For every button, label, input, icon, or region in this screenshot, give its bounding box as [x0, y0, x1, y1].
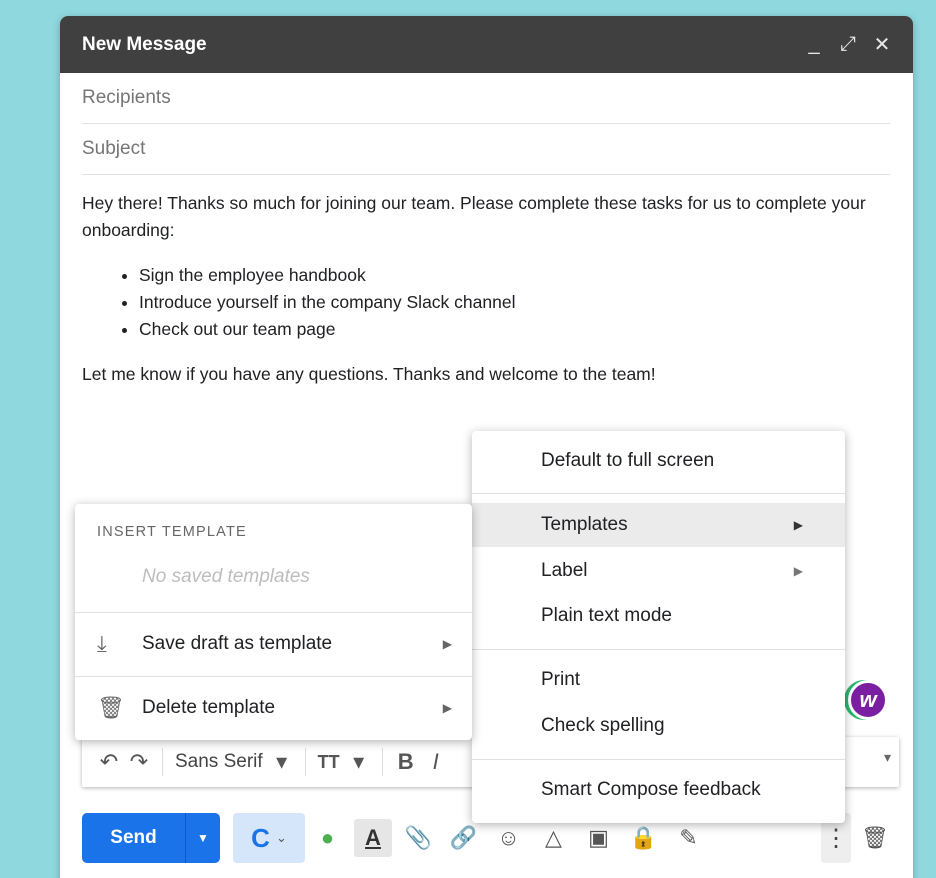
list-item: Sign the employee handbook	[139, 262, 882, 289]
menu-item-label: Delete template	[142, 697, 276, 718]
link-icon[interactable]: 🔗	[441, 825, 486, 851]
menu-item-label: Smart Compose feedback	[541, 779, 761, 800]
undo-icon[interactable]: ↶	[94, 749, 124, 775]
more-options-menu: Default to full screen Templates ▶ Label ▶…	[472, 431, 845, 823]
attach-icon[interactable]: 📎	[396, 825, 441, 851]
menu-divider	[472, 493, 845, 494]
send-button-group: Send ▼	[82, 813, 220, 863]
toolbar-overflow-icon[interactable]: ▾	[884, 749, 891, 766]
message-body[interactable]: Hey there! Thanks so much for joining ou…	[82, 190, 882, 388]
menu-item-label: Save draft as template	[142, 633, 333, 654]
list-item: Introduce yourself in the company Slack …	[139, 289, 882, 316]
send-options-icon[interactable]: ▼	[185, 813, 220, 863]
chevron-down-icon[interactable]: ▾	[267, 749, 297, 775]
menu-item-label-submenu[interactable]: Label ▶	[472, 549, 845, 593]
submenu-arrow-icon: ▶	[442, 637, 452, 651]
menu-divider	[472, 649, 845, 650]
chevron-down-icon: ⌄	[275, 830, 287, 845]
trash-icon: 🗑	[97, 695, 125, 720]
body-closing: Let me know if you have any questions. T…	[82, 364, 656, 384]
download-icon: ⤓	[97, 631, 107, 656]
toolbar-divider	[304, 748, 306, 776]
menu-item-label: Check spelling	[541, 715, 665, 736]
drive-icon[interactable]: △	[531, 825, 576, 851]
submenu-arrow-icon: ▶	[442, 701, 452, 715]
close-icon[interactable]: ✕	[873, 32, 891, 57]
no-templates-text: No saved templates	[142, 566, 310, 587]
toolbar-divider	[381, 748, 383, 776]
menu-item-smart-compose[interactable]: Smart Compose feedback	[472, 768, 845, 812]
menu-divider	[75, 676, 472, 677]
body-intro: Hey there! Thanks so much for joining ou…	[82, 193, 866, 240]
extension-badge-icon[interactable]: w	[848, 680, 888, 720]
task-list: Sign the employee handbook Introduce you…	[139, 262, 882, 343]
confidential-mode-icon[interactable]: 🔒	[621, 825, 666, 851]
signature-icon[interactable]: ✎	[666, 825, 711, 851]
menu-item-print[interactable]: Print	[472, 658, 845, 702]
menu-item-label: Plain text mode	[541, 605, 672, 626]
redo-icon[interactable]: ↷	[124, 749, 154, 775]
menu-item-label: Default to full screen	[541, 450, 715, 471]
bug-icon[interactable]: ●	[305, 825, 350, 851]
subject-field[interactable]: Subject	[82, 124, 890, 175]
menu-item-label: Print	[541, 669, 581, 690]
bold-button[interactable]: B	[391, 749, 421, 775]
list-item: Check out our team page	[139, 316, 882, 343]
italic-button[interactable]: I	[421, 749, 451, 775]
photo-icon[interactable]: ▣	[576, 825, 621, 851]
submenu-arrow-icon: ▶	[793, 518, 803, 532]
send-button[interactable]: Send	[82, 813, 185, 863]
save-draft-as-template-item[interactable]: ⤓ Save draft as template ▶	[75, 619, 472, 669]
menu-item-check-spelling[interactable]: Check spelling	[472, 704, 845, 748]
crm-extension-button[interactable]: C ⌄	[233, 813, 305, 863]
menu-item-templates[interactable]: Templates ▶	[472, 503, 845, 547]
menu-item-plain-text[interactable]: Plain text mode	[472, 594, 845, 638]
font-size-icon[interactable]: TT	[314, 752, 344, 773]
menu-item-full-screen[interactable]: Default to full screen	[472, 439, 845, 483]
toolbar-divider	[162, 748, 163, 776]
compose-title: New Message	[82, 33, 207, 55]
emoji-icon[interactable]: ☺	[486, 825, 531, 851]
compose-titlebar[interactable]: New Message _ ⤢ ✕	[60, 16, 913, 73]
font-family-select[interactable]: Sans Serif	[175, 751, 263, 773]
menu-item-label: Templates	[541, 514, 628, 535]
templates-submenu: INSERT TEMPLATE No saved templates ⤓ Sav…	[75, 504, 472, 740]
delete-template-item[interactable]: 🗑 Delete template ▶	[75, 683, 472, 733]
menu-divider	[472, 759, 845, 760]
chevron-down-icon[interactable]: ▾	[344, 749, 374, 775]
templates-heading: INSERT TEMPLATE	[97, 524, 247, 540]
expand-icon[interactable]: ⤢	[839, 33, 857, 56]
trash-icon[interactable]: 🗑	[860, 813, 890, 863]
recipients-field[interactable]: Recipients	[82, 73, 890, 124]
submenu-arrow-icon: ▶	[793, 564, 803, 578]
crm-logo-icon: C	[251, 822, 270, 853]
menu-item-label: Label	[541, 560, 588, 581]
text-formatting-icon[interactable]: A	[354, 819, 392, 857]
menu-divider	[75, 612, 472, 613]
minimize-icon[interactable]: _	[805, 33, 823, 56]
